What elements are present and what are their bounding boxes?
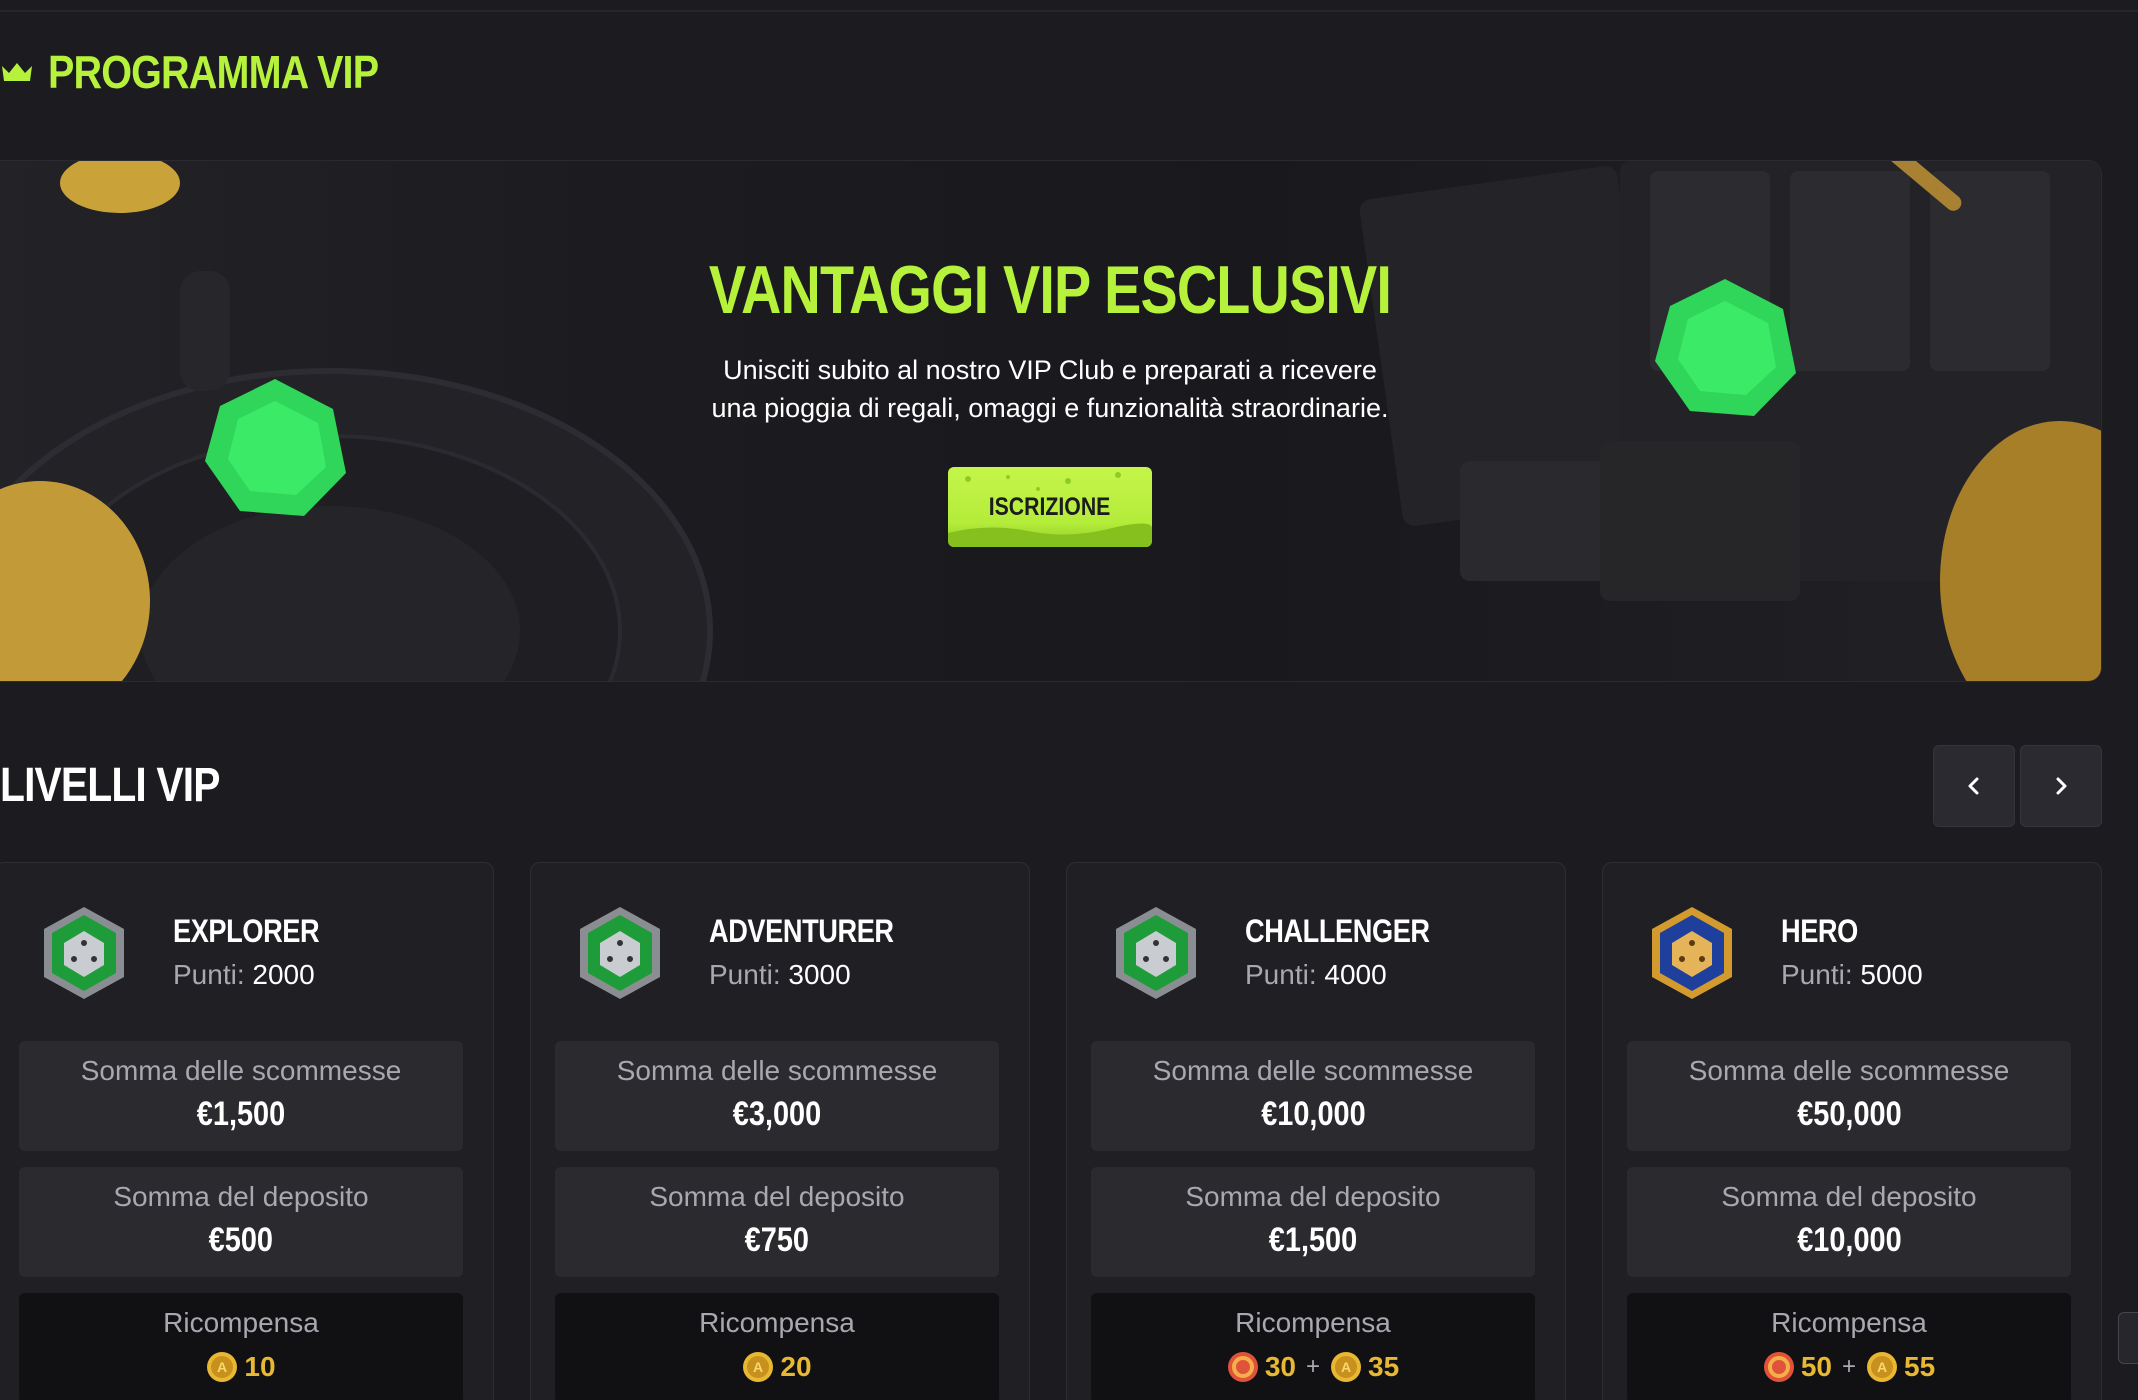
free-spin-icon [1227, 1352, 1258, 1382]
green-dice-badge-icon [44, 907, 124, 999]
top-divider [0, 10, 2138, 12]
bets-label: Somma delle scommesse [1688, 1055, 2010, 1086]
side-drawer-tab[interactable] [2118, 1312, 2138, 1364]
banner-description: Unisciti subito al nostro VIP Club e pre… [711, 355, 1389, 423]
deposit-value: €500 [208, 1221, 274, 1259]
points-label: Punti: [1245, 959, 1317, 990]
plus-sign: + [1841, 1353, 1856, 1380]
crown-icon [2, 63, 32, 81]
points-value: 3000 [788, 959, 851, 990]
level-points: Punti: 4000 [1245, 959, 1387, 991]
level-points: Punti: 2000 [173, 959, 315, 991]
deposit-value: €1,500 [1268, 1221, 1358, 1259]
green-dice-badge-icon [580, 907, 660, 999]
bets-stat: Somma delle scommesse €10,000 [1091, 1041, 1535, 1151]
bets-stat: Somma delle scommesse €1,500 [19, 1041, 463, 1151]
points-value: 2000 [252, 959, 315, 990]
reward-label: Ricompensa [1235, 1307, 1391, 1338]
points-value: 4000 [1324, 959, 1387, 990]
banner-title: VANTAGGI VIP ESCLUSIVI [708, 252, 1392, 328]
reward-label: Ricompensa [1771, 1307, 1927, 1338]
chevron-right-icon [2056, 777, 2067, 795]
join-button-label: ISCRIZIONE [989, 492, 1111, 521]
deposit-stat: Somma del deposito €10,000 [1627, 1167, 2071, 1277]
bets-label: Somma delle scommesse [616, 1055, 938, 1086]
bets-value: €50,000 [1796, 1095, 1902, 1133]
bets-stat: Somma delle scommesse €50,000 [1627, 1041, 2071, 1151]
reward-stat: Ricompensa 30 + A 35 [1091, 1293, 1535, 1400]
bets-value: €1,500 [196, 1095, 286, 1133]
points-label: Punti: [709, 959, 781, 990]
deposit-stat: Somma del deposito €1,500 [1091, 1167, 1535, 1277]
vip-level-card-adventurer: ADVENTURER Punti: 3000 Somma delle scomm… [530, 862, 1030, 1400]
coin-icon: A [743, 1352, 774, 1382]
deposit-label: Somma del deposito [1185, 1181, 1441, 1212]
carousel-next-button[interactable] [2020, 745, 2102, 827]
vip-levels-carousel: EXPLORER Punti: 2000 Somma delle scommes… [0, 862, 2138, 1400]
svg-text:A: A [1341, 1359, 1351, 1375]
levels-title: LIVELLI VIP [0, 759, 220, 812]
carousel-prev-button[interactable] [1933, 745, 2015, 827]
reward-label: Ricompensa [699, 1307, 855, 1338]
reward-row: A 10 [19, 1351, 463, 1383]
reward-coins-value: 55 [1904, 1351, 1936, 1382]
svg-text:A: A [1877, 1359, 1887, 1375]
reward-stat: Ricompensa A 20 [555, 1293, 999, 1400]
level-name: EXPLORER [173, 913, 320, 949]
page-title: PROGRAMMA VIP [48, 46, 379, 98]
deposit-label: Somma del deposito [1721, 1181, 1977, 1212]
bets-value: €3,000 [732, 1095, 822, 1133]
reward-stat: Ricompensa A 10 [19, 1293, 463, 1400]
deposit-stat: Somma del deposito €750 [555, 1167, 999, 1277]
level-name: CHALLENGER [1245, 913, 1430, 949]
points-label: Punti: [1781, 959, 1853, 990]
deposit-label: Somma del deposito [649, 1181, 905, 1212]
vip-banner: VANTAGGI VIP ESCLUSIVI Unisciti subito a… [0, 160, 2102, 682]
free-spin-icon [1763, 1352, 1794, 1382]
bets-label: Somma delle scommesse [1152, 1055, 1474, 1086]
level-name: ADVENTURER [709, 913, 894, 949]
deposit-value: €10,000 [1796, 1221, 1902, 1259]
banner-content: VANTAGGI VIP ESCLUSIVI Unisciti subito a… [620, 251, 1480, 547]
vip-level-card-explorer: EXPLORER Punti: 2000 Somma delle scommes… [0, 862, 494, 1400]
deposit-value: €750 [744, 1221, 810, 1259]
bets-stat: Somma delle scommesse €3,000 [555, 1041, 999, 1151]
coin-icon: A [1331, 1352, 1361, 1382]
level-name: HERO [1781, 913, 1858, 949]
points-label: Punti: [173, 959, 245, 990]
svg-text:A: A [217, 1359, 227, 1375]
reward-stat: Ricompensa 50 + A 55 [1627, 1293, 2071, 1400]
blue-gold-dice-badge-icon [1652, 907, 1732, 999]
join-button[interactable]: ISCRIZIONE [948, 467, 1152, 547]
vip-level-card-challenger: CHALLENGER Punti: 4000 Somma delle scomm… [1066, 862, 1566, 1400]
chevron-left-icon [1968, 777, 1979, 795]
bets-label: Somma delle scommesse [80, 1055, 402, 1086]
vip-level-card-hero: HERO Punti: 5000 Somma delle scommesse €… [1602, 862, 2102, 1400]
card-header: HERO Punti: 5000 [1603, 903, 2101, 1003]
plus-sign: + [1305, 1353, 1320, 1380]
coin-icon: A [1867, 1352, 1897, 1382]
reward-coins-value: 10 [244, 1351, 276, 1382]
points-value: 5000 [1860, 959, 1923, 990]
reward-row: A 20 [555, 1351, 999, 1383]
level-points: Punti: 5000 [1781, 959, 1923, 991]
reward-spins-value: 30 [1264, 1351, 1296, 1382]
reward-row: 30 + A 35 [1091, 1351, 1535, 1383]
reward-label: Ricompensa [163, 1307, 319, 1338]
vip-program-header: PROGRAMMA VIP [0, 42, 432, 102]
card-header: CHALLENGER Punti: 4000 [1067, 903, 1565, 1003]
green-dice-badge-icon [1116, 907, 1196, 999]
reward-coins-value: 35 [1368, 1351, 1400, 1382]
svg-text:A: A [753, 1359, 763, 1375]
deposit-stat: Somma del deposito €500 [19, 1167, 463, 1277]
reward-spins-value: 50 [1800, 1351, 1832, 1382]
reward-row: 50 + A 55 [1627, 1351, 2071, 1383]
deposit-label: Somma del deposito [113, 1181, 369, 1212]
coin-icon: A [207, 1352, 238, 1382]
card-header: EXPLORER Punti: 2000 [0, 903, 493, 1003]
level-points: Punti: 3000 [709, 959, 851, 991]
bets-value: €10,000 [1260, 1095, 1366, 1133]
card-header: ADVENTURER Punti: 3000 [531, 903, 1029, 1003]
reward-coins-value: 20 [780, 1351, 812, 1382]
